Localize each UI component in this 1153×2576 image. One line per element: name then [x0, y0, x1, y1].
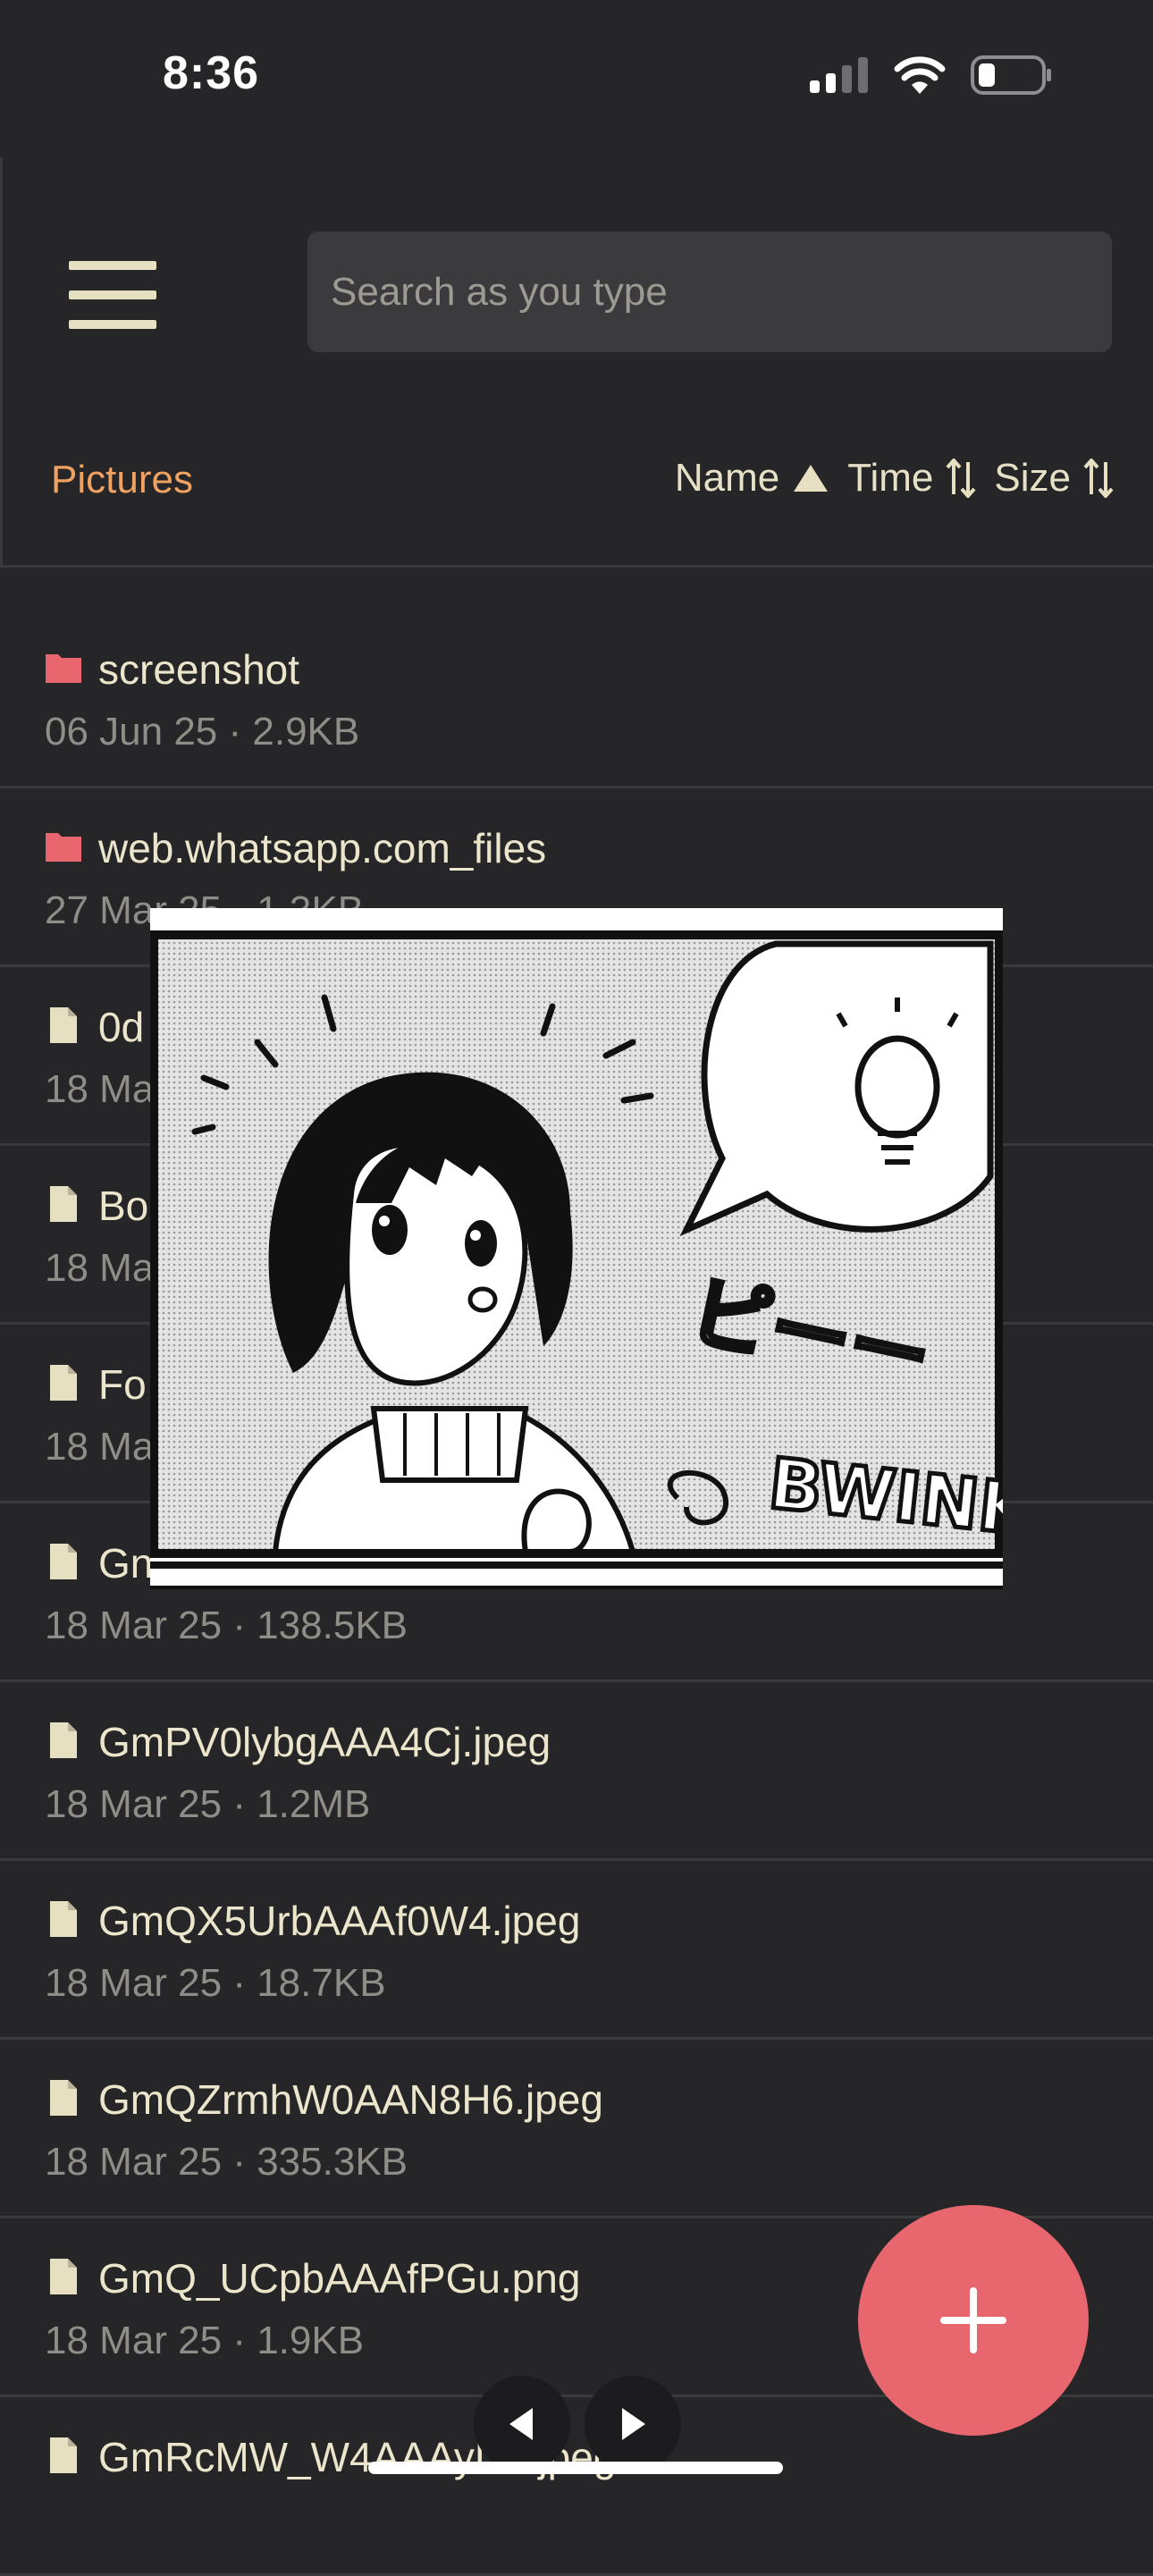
- file-meta: 18 Mar 25 · 1.9KB: [45, 2319, 365, 2362]
- file-icon: [50, 2259, 77, 2294]
- sort-by-name-button[interactable]: Name: [675, 456, 829, 501]
- folder-icon: [46, 654, 81, 683]
- battery-icon: [971, 55, 1051, 95]
- plus-icon: [940, 2287, 1006, 2353]
- breadcrumb-current-folder[interactable]: Pictures: [51, 458, 193, 502]
- list-item[interactable]: screenshot 06 Jun 25 · 2.9KB: [0, 610, 1153, 788]
- status-bar: 8:36: [0, 0, 1153, 157]
- file-icon: [50, 1007, 77, 1043]
- file-icon: [50, 2080, 77, 2116]
- sort-size-label: Size: [994, 456, 1071, 500]
- file-name: GmQZrmhW0AAN8H6.jpeg: [98, 2076, 603, 2123]
- triangle-left-icon: [509, 2408, 533, 2440]
- sort-bar: Name Time Size: [675, 456, 1114, 501]
- status-time: 8:36: [163, 47, 260, 99]
- add-button[interactable]: [858, 2205, 1089, 2436]
- file-meta: 18 Mar 25 · 1.2MB: [45, 1782, 371, 1826]
- sort-by-time-button[interactable]: Time: [847, 456, 976, 501]
- file-meta: 18 Mar 25 · 335.3KB: [45, 2140, 408, 2184]
- cellular-signal-icon: [810, 57, 868, 93]
- search-input[interactable]: [307, 232, 1112, 352]
- list-item[interactable]: GmQX5UrbAAAf0W4.jpeg 18 Mar 25 · 18.7KB: [0, 1861, 1153, 2040]
- file-meta: 18 Ma: [45, 1246, 155, 1290]
- file-icon: [50, 1186, 77, 1222]
- file-name: Gn: [98, 1540, 154, 1587]
- manga-panel-image: ピーー BWINK: [150, 908, 1003, 1589]
- file-name: screenshot: [98, 646, 300, 693]
- file-icon: [50, 1901, 77, 1937]
- file-meta: 18 Mar 25 · 18.7KB: [45, 1961, 386, 2005]
- file-icon: [50, 1544, 77, 1579]
- file-name: GmQ_UCpbAAAfPGu.png: [98, 2255, 581, 2302]
- next-button[interactable]: [585, 2376, 681, 2472]
- sort-name-label: Name: [674, 456, 780, 500]
- file-name: web.whatsapp.com_files: [98, 825, 547, 871]
- app-header: Pictures Name Time Size: [0, 157, 1153, 565]
- status-icons: [810, 55, 1053, 95]
- home-indicator[interactable]: [368, 2462, 783, 2474]
- sort-toggle-icon: [1083, 459, 1114, 498]
- image-preview[interactable]: ピーー BWINK: [150, 908, 1003, 1589]
- sort-by-size-button[interactable]: Size: [994, 456, 1114, 501]
- file-icon: [50, 1365, 77, 1401]
- list-item[interactable]: GmPV0lybgAAA4Cj.jpeg 18 Mar 25 · 1.2MB: [0, 1682, 1153, 1861]
- header-divider: [0, 565, 1153, 568]
- wifi-icon: [894, 56, 946, 94]
- file-name: GmPV0lybgAAA4Cj.jpeg: [98, 1719, 551, 1765]
- file-name: Fo: [98, 1361, 147, 1408]
- file-icon: [50, 1722, 77, 1758]
- file-icon: [50, 2437, 77, 2473]
- file-meta: 18 Ma: [45, 1067, 155, 1111]
- folder-icon: [46, 833, 81, 862]
- sort-time-label: Time: [847, 456, 934, 500]
- sort-toggle-icon: [946, 459, 976, 498]
- file-name: GmQX5UrbAAAf0W4.jpeg: [98, 1898, 581, 1944]
- file-meta: 18 Ma: [45, 1425, 155, 1469]
- sort-ascending-icon: [794, 465, 829, 492]
- file-meta: 18 Mar 25 · 138.5KB: [45, 1604, 408, 1647]
- file-name: 0d: [98, 1004, 145, 1050]
- previous-button[interactable]: [474, 2376, 570, 2472]
- file-meta: 06 Jun 25 · 2.9KB: [45, 710, 360, 753]
- hamburger-menu-icon[interactable]: [69, 261, 156, 329]
- triangle-right-icon: [622, 2408, 645, 2440]
- list-item[interactable]: GmQZrmhW0AAN8H6.jpeg 18 Mar 25 · 335.3KB: [0, 2040, 1153, 2218]
- file-name: Bo: [98, 1183, 149, 1229]
